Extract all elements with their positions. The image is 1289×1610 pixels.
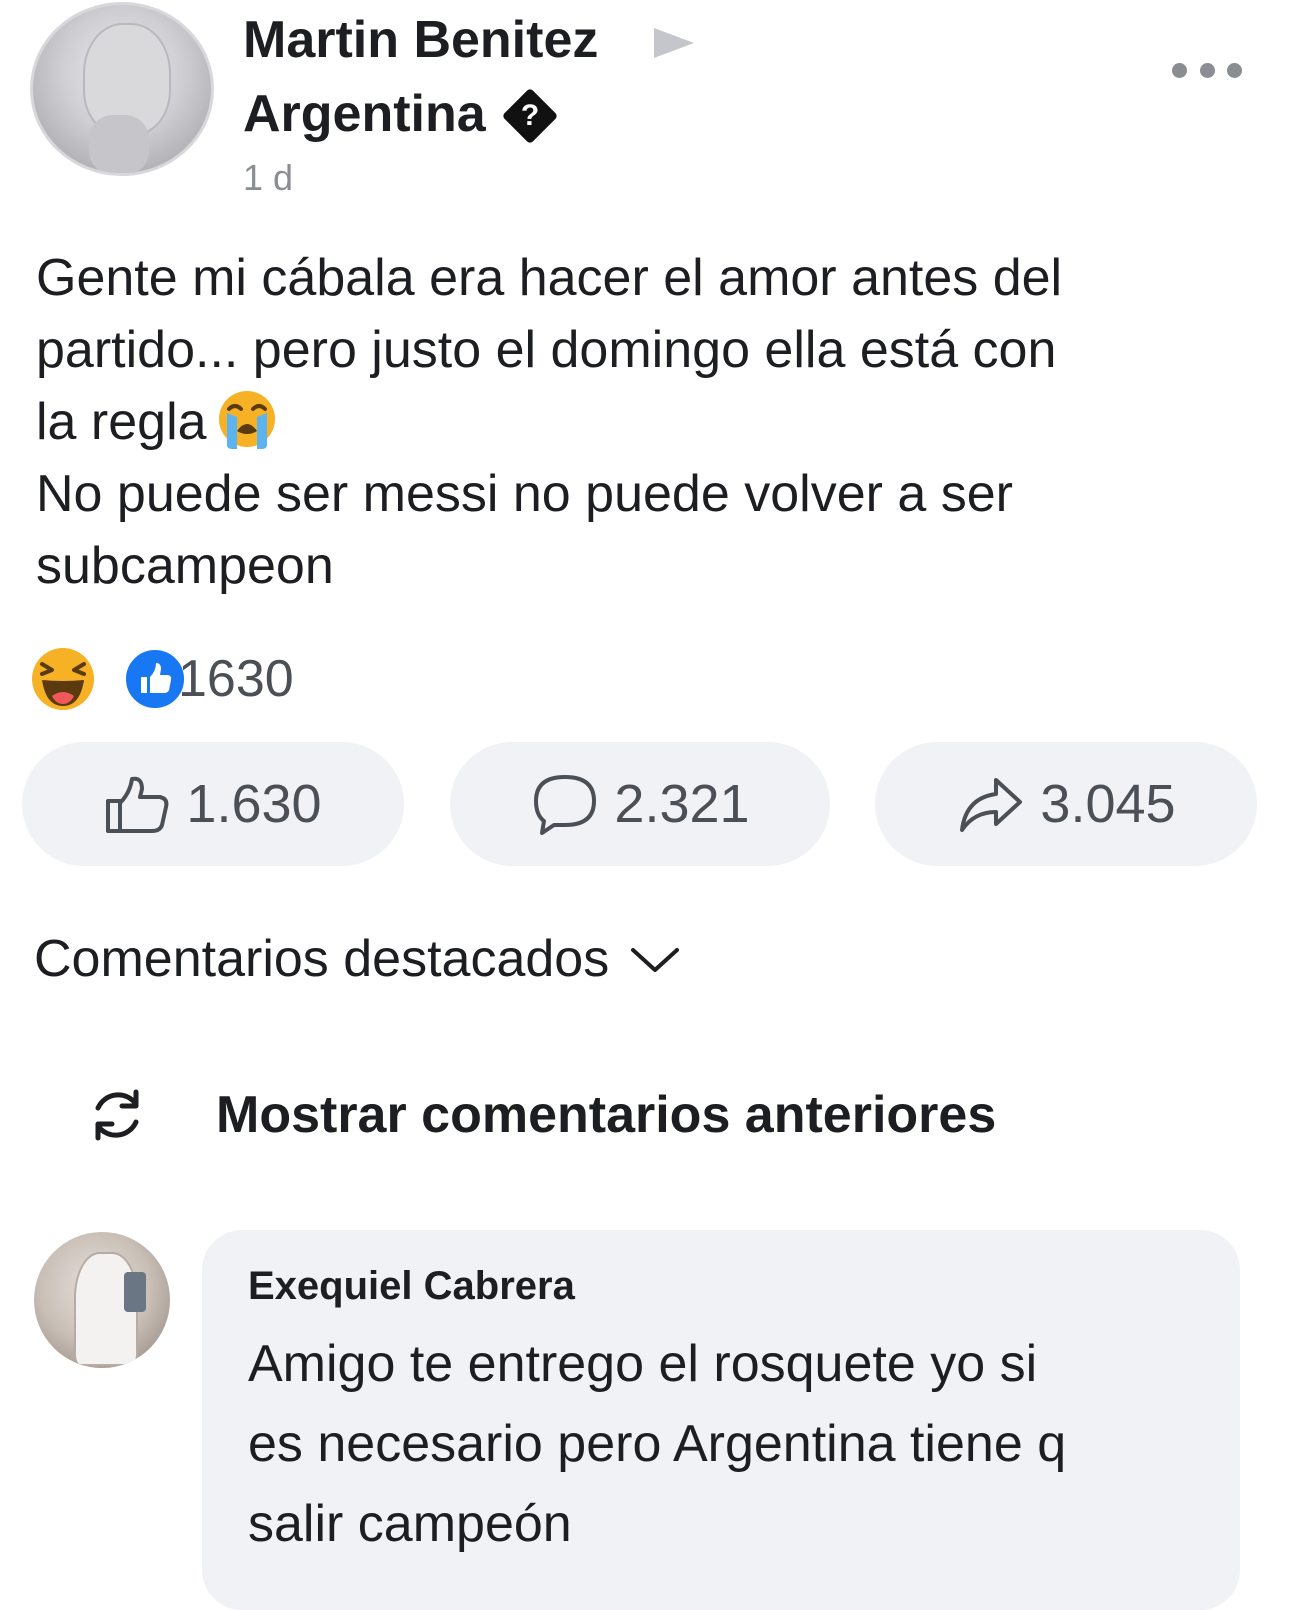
arrow-right-icon: [654, 28, 694, 58]
comment-text-line: es necesario pero Argentina tiene q: [248, 1415, 1067, 1473]
show-previous-comments[interactable]: Mostrar comentarios anteriores: [86, 1082, 996, 1148]
unknown-glyph-text: ?: [520, 99, 540, 132]
comment-bubble-icon: [534, 775, 597, 835]
refresh-icon: [95, 1089, 139, 1141]
comment-button[interactable]: 2.321: [450, 742, 830, 866]
post-body-line-with-emoji: la regla: [36, 386, 1266, 458]
thumbs-up-icon: [106, 776, 169, 833]
reactions-summary[interactable]: 1630: [30, 646, 430, 712]
like-button[interactable]: 1.630: [22, 742, 404, 866]
comment-bubble: Exequiel Cabrera Amigo te entrego el ros…: [202, 1230, 1240, 1610]
share-count: 3.045: [1040, 774, 1176, 834]
post-header: Martin Benitez Argentina ? 1 d: [0, 0, 1289, 220]
avatar-phone: [124, 1272, 146, 1312]
more-options-icon[interactable]: [1172, 60, 1242, 80]
crying-face-emoji-icon: [218, 391, 275, 449]
reaction-count: 1630: [178, 650, 294, 708]
author-name[interactable]: Martin Benitez: [243, 10, 598, 70]
post-body: Gente mi cábala era hacer el amor antes …: [36, 242, 1266, 602]
comment-count: 2.321: [614, 774, 750, 834]
like-count: 1.630: [186, 774, 322, 834]
post-body-line: subcampeon: [36, 537, 334, 595]
share-arrow-icon: [960, 778, 1023, 832]
chevron-down-icon: [631, 948, 680, 972]
share-button[interactable]: 3.045: [875, 742, 1257, 866]
comment-sort-label: Comentarios destacados: [34, 930, 610, 988]
comment-text: Amigo te entrego el rosquete yo si es ne…: [248, 1324, 1228, 1564]
avatar-hand: [89, 115, 149, 173]
page-name[interactable]: Argentina: [243, 84, 486, 144]
unknown-glyph-icon: ?: [501, 87, 559, 145]
post-timestamp[interactable]: 1 d: [243, 156, 293, 200]
post-body-line: partido... pero justo el domingo ella es…: [36, 321, 1057, 379]
show-previous-label: Mostrar comentarios anteriores: [216, 1086, 997, 1144]
post-body-line: Gente mi cábala era hacer el amor antes …: [36, 249, 1063, 307]
commenter-avatar[interactable]: [34, 1232, 170, 1368]
commenter-name[interactable]: Exequiel Cabrera: [248, 1262, 575, 1310]
haha-reaction-icon: [32, 648, 94, 710]
post-body-line: No puede ser messi no puede volver a ser: [36, 465, 1013, 523]
post-body-line: la regla: [36, 393, 207, 451]
comment-text-line: Amigo te entrego el rosquete yo si: [248, 1335, 1038, 1393]
comment-text-line: salir campeón: [248, 1495, 572, 1553]
comment-sort-selector[interactable]: Comentarios destacados: [34, 926, 681, 992]
author-avatar[interactable]: [30, 2, 214, 176]
